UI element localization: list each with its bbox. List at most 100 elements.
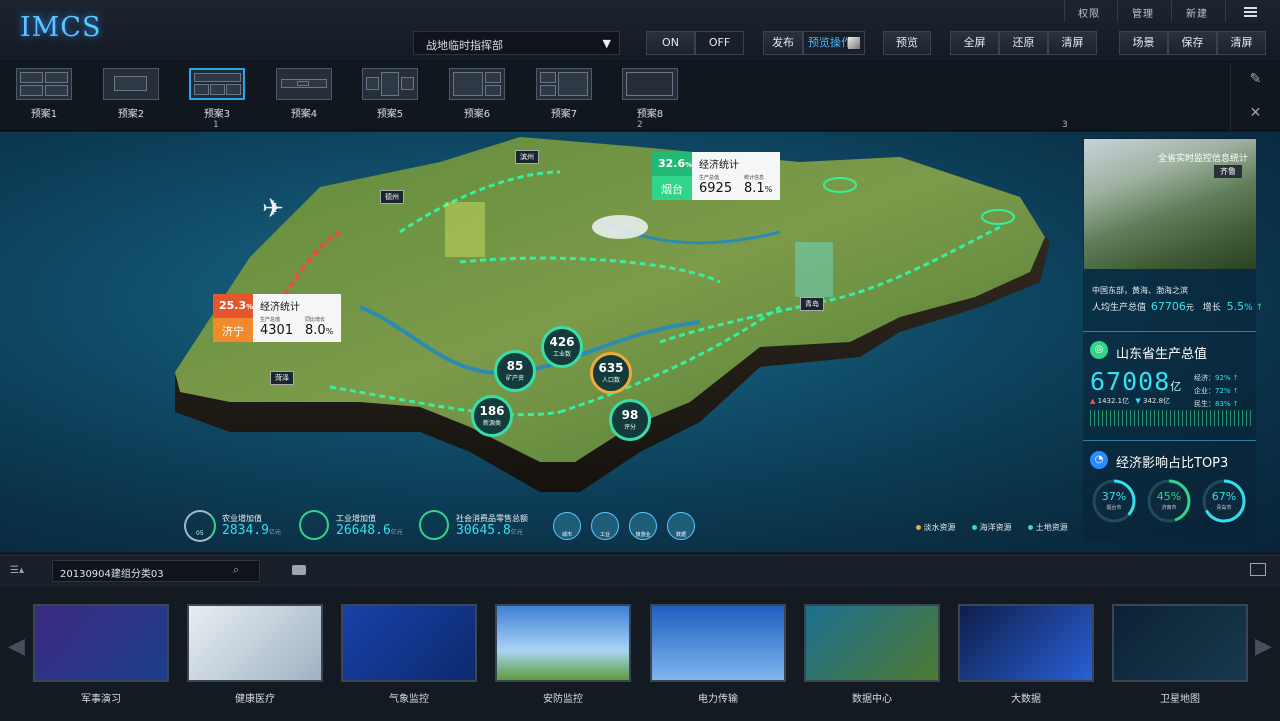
city-label-binzhou[interactable]: 滨州 [515,150,539,164]
thumbnail-satellite[interactable] [1112,604,1248,682]
bubble-mineral[interactable]: 85 矿产资 [494,350,536,392]
preset-2[interactable] [103,68,159,100]
bubble-population-label: 人口数 [601,377,620,384]
legend-dot-ocean [972,525,978,530]
bubble-industry-label: 工业数 [552,351,571,358]
economy-card-jining[interactable]: 25.3% 济宁 经济统计 生产总值 4301 同比增长 8.0% [213,294,341,342]
close-icon[interactable]: ✕ [1230,97,1280,131]
preset-4[interactable] [276,68,332,100]
legend-dot-freshwater [916,525,921,530]
new-link[interactable]: 新建 [1186,5,1208,20]
metric-livelihood-pct: 83% [1215,400,1231,408]
list-toggle-icon[interactable]: ☰▴ [10,565,24,576]
preset-5[interactable] [362,68,418,100]
thumbnail-power[interactable] [650,604,786,682]
preset-6[interactable] [449,68,505,100]
thumbnail-datacenter[interactable] [804,604,940,682]
top3-ring-1-pct: 37% [1101,490,1127,503]
preset-1-label: 预案1 [30,109,58,120]
metric-enterprise: 企业：72% ↑ [1194,385,1239,398]
search-value: 20130904建组分类03 [60,569,164,580]
jining-v2: 8.0 [305,323,326,338]
preset-1[interactable] [16,68,72,100]
clearscreen-button[interactable]: 清屏 [1217,31,1266,55]
screen-icon[interactable] [1250,563,1266,576]
city-label-heze[interactable]: 菏泽 [270,371,294,385]
stat-industry-unit: 亿元 [390,529,403,536]
arrow-up-icon: ↑ [1232,374,1239,382]
top3-ring-1[interactable]: 37% 烟台市 [1091,478,1137,524]
top3-ring-1-city: 烟台市 [1106,505,1122,511]
thumbnail-strip: ◀ ▶ 军事演习 健康医疗 气象监控 安防监控 电力传输 数据中心 大数据 卫星… [0,588,1280,721]
industry-icon-button[interactable]: 工业 [591,512,619,540]
gdp-per-capita-value: 67706 [1150,300,1186,313]
bubble-new-source[interactable]: 186 新源类 [471,395,513,437]
arrow-up-icon: ↑ [1232,387,1239,395]
metric-enterprise-label: 企业： [1194,387,1215,395]
thumbnail-security[interactable] [495,604,631,682]
growth-unit: % [1244,303,1253,313]
jining-v1: 4301 [260,323,294,338]
economy-card-yantai[interactable]: 32.6% 烟台 经济统计 生产总值 6925 统计信息 8.1% [652,152,780,200]
stat-retail-unit: 亿元 [510,529,523,536]
metric-economy-pct: 92% [1215,374,1231,382]
chevron-right-icon[interactable]: ▶ [1255,634,1272,659]
publish-button[interactable]: 发布 [763,31,803,55]
bubble-score[interactable]: 98 评分 [609,399,651,441]
restore-button[interactable]: 还原 [999,31,1048,55]
tourism-icon-button[interactable]: 旅游业 [629,512,657,540]
permission-link[interactable]: 权限 [1078,5,1100,20]
off-button[interactable]: OFF [695,31,744,55]
menu-icon[interactable] [1244,7,1257,17]
city-label-dezhou[interactable]: 德州 [380,190,404,204]
metric-economy: 经济：92% ↑ [1194,372,1239,385]
fullscreen-button[interactable]: 全屏 [950,31,999,55]
chevron-down-icon: ▼ [602,37,611,50]
city-label-qingdao[interactable]: 青岛 [800,297,824,311]
data-icon-button[interactable]: 数据 [667,512,695,540]
growth-value: 5.5 [1226,300,1245,313]
thumbnail-security-label: 安防监控 [543,694,583,705]
jining-k1: 生产总值 [260,317,281,323]
preview-button[interactable]: 预览 [883,31,931,55]
thumbnail-health[interactable] [187,604,323,682]
top3-ring-3[interactable]: 67% 青岛市 [1201,478,1247,524]
preset-5-label: 预案5 [376,109,404,120]
province-value: 67008 [1090,367,1171,396]
command-select[interactable]: 战地临时指挥部 ▼ [413,31,620,55]
edit-icon[interactable]: ✎ [1230,63,1280,97]
search-icon[interactable]: ⌕ [233,563,239,577]
preset-7[interactable] [536,68,592,100]
top3-ring-2[interactable]: 45% 济南市 [1146,478,1192,524]
save-button[interactable]: 保存 [1168,31,1217,55]
legend-ocean: 海洋资源 [979,523,1012,532]
city-icon-button[interactable]: 城市 [553,512,581,540]
thumbnail-datacenter-label: 数据中心 [852,694,892,705]
bubble-population[interactable]: 635 人口数 [590,352,632,394]
bubble-industry[interactable]: 426 工业数 [541,326,583,368]
chevron-left-icon[interactable]: ◀ [8,634,25,659]
preset-8[interactable] [622,68,678,100]
gauge-agriculture: 05 [184,510,216,542]
clear-button[interactable]: 清屏 [1048,31,1097,55]
yantai-v2: 8.1 [744,181,765,196]
manage-link[interactable]: 管理 [1132,5,1154,20]
metric-enterprise-pct: 72% [1215,387,1231,395]
preview-operation-button[interactable]: 预览操作 [803,31,865,55]
thumbnail-weather[interactable] [341,604,477,682]
trend-bars [1090,410,1252,426]
thumbnail-military[interactable] [33,604,169,682]
thumbnail-bigdata[interactable] [958,604,1094,682]
scene-button[interactable]: 场景 [1119,31,1168,55]
search-field[interactable]: 20130904建组分类03 [52,560,260,582]
camera-icon[interactable] [292,565,306,575]
screen-number-1: 1 [213,120,219,130]
legend: 淡水资源 海洋资源 土地资源 [916,522,1068,533]
arrow-up-icon: ↑ [1232,400,1239,408]
province-unit: 亿 [1170,380,1183,393]
preset-3[interactable] [189,68,245,100]
metric-economy-label: 经济： [1194,374,1215,382]
gauge-agriculture-small: 05 [196,530,204,537]
stat-agriculture-value: 2834.9 [222,523,269,538]
on-button[interactable]: ON [646,31,695,55]
